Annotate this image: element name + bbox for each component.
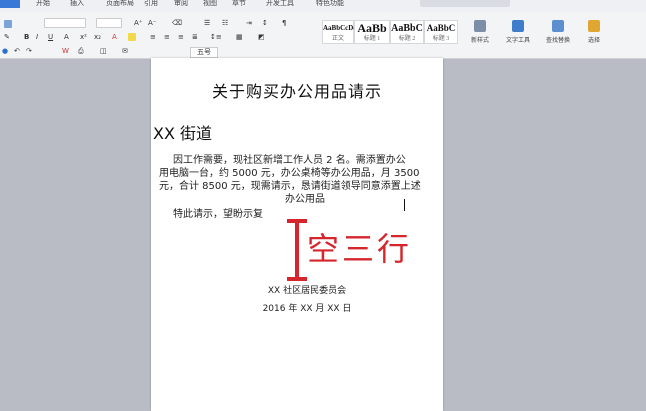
style-normal[interactable]: AaBbCcDd 正文	[322, 20, 357, 44]
style-heading-3[interactable]: AaBbC 标题 3	[424, 20, 458, 44]
document-title: 关于购买办公用品请示	[211, 82, 382, 101]
style-heading-2[interactable]: AaBbC 标题 2	[390, 20, 424, 44]
text-cursor	[404, 199, 405, 211]
grow-font-button[interactable]: A⁺	[134, 19, 142, 28]
tab-page-layout[interactable]: 页面布局	[106, 0, 134, 8]
font-dropdown-icon	[44, 18, 86, 28]
quick-wps-icon[interactable]: W	[62, 47, 69, 56]
highlight-button[interactable]	[128, 33, 136, 42]
align-right-button[interactable]: ≡	[178, 33, 184, 42]
shrink-font-button[interactable]: A⁻	[148, 19, 156, 28]
show-marks-button[interactable]: ¶	[282, 19, 286, 28]
find-replace-button[interactable]: 查找替换	[540, 20, 576, 44]
bold-button[interactable]: B	[24, 33, 29, 42]
new-style-icon	[474, 20, 486, 32]
highlight-icon	[128, 33, 136, 41]
body-paragraph: 因工作需要，现社区新增工作人员 2 名。需添置办公 用电脑一台，约 5000 元…	[159, 154, 441, 206]
file-menu-button[interactable]	[0, 0, 20, 8]
find-icon	[552, 20, 564, 32]
tab-view[interactable]: 视图	[203, 0, 217, 8]
shading-button[interactable]: ◩	[258, 33, 265, 42]
title-area	[420, 0, 510, 7]
annotation-bracket-bottom	[287, 277, 307, 281]
quick-redo-icon[interactable]: ↷	[26, 47, 32, 56]
text-tools-button[interactable]: 文字工具	[500, 20, 536, 44]
tab-sections[interactable]: 章节	[232, 0, 246, 8]
quick-mail-icon[interactable]: ✉	[122, 47, 128, 56]
format-painter-button[interactable]: ✎	[4, 33, 10, 42]
ribbon-toolbar: 开始 插入 页面布局 引用 审阅 视图 章节 开发工具 特色功能 A⁺ A⁻ ⌫…	[0, 0, 646, 59]
justify-button[interactable]: ≣	[192, 33, 198, 42]
strikethrough-button[interactable]: A	[64, 33, 69, 42]
border-button[interactable]: ▦	[236, 33, 243, 42]
font-name-box[interactable]	[44, 18, 86, 28]
request-line: 特此请示，望盼示复	[173, 209, 263, 220]
clear-format-button[interactable]: ⌫	[172, 19, 182, 28]
new-style-button[interactable]: 新样式	[462, 20, 498, 44]
text-tools-icon	[512, 20, 524, 32]
select-button[interactable]: 选择	[576, 20, 612, 44]
indent-button[interactable]: ⇥	[246, 19, 252, 28]
tab-review[interactable]: 审阅	[174, 0, 188, 8]
numbering-button[interactable]: ☷	[222, 19, 228, 28]
underline-button[interactable]: U	[48, 33, 53, 42]
paste-icon	[4, 20, 12, 28]
paste-button[interactable]	[4, 20, 12, 29]
addressee: XX 街道	[153, 124, 213, 143]
font-color-button[interactable]: A	[112, 33, 117, 42]
tab-features[interactable]: 特色功能	[316, 0, 344, 8]
tab-home[interactable]: 开始	[36, 0, 50, 8]
annotation-bracket-line	[295, 221, 299, 279]
font-size-box[interactable]	[96, 18, 122, 28]
subscript-button[interactable]: x₂	[94, 33, 101, 42]
italic-button[interactable]: I	[36, 33, 38, 42]
select-arrow-icon	[588, 20, 600, 32]
font-size-dropdown-icon	[96, 18, 122, 28]
tab-developer[interactable]: 开发工具	[266, 0, 294, 8]
signature-date: 2016 年 XX 月 XX 日	[262, 304, 352, 314]
quick-undo-icon[interactable]: ↶	[14, 47, 20, 56]
ribbon-tab-bar: 开始 插入 页面布局 引用 审阅 视图 章节 开发工具 特色功能	[0, 0, 646, 12]
body-line: 元，合计 8500 元，现需请示，恳请街道领导同意添置上述	[159, 181, 421, 192]
tab-insert[interactable]: 插入	[70, 0, 84, 8]
body-line: 用电脑一台，约 5000 元，办公桌椅等办公用品，月 3500	[159, 168, 420, 179]
sort-button[interactable]: ↕	[262, 19, 268, 28]
superscript-button[interactable]: x²	[80, 33, 87, 42]
align-center-button[interactable]: ≡	[164, 33, 170, 42]
document-tab[interactable]: 五号	[190, 47, 218, 58]
document-page[interactable]: 关于购买办公用品请示 XX 街道 因工作需要，现社区新增工作人员 2 名。需添置…	[151, 58, 443, 411]
style-heading-1[interactable]: AaBb 标题 1	[354, 20, 390, 44]
annotation-text: 空三行	[307, 230, 413, 268]
quick-save-icon[interactable]: ●	[2, 47, 8, 56]
align-left-button[interactable]: ≡	[150, 33, 156, 42]
bullets-button[interactable]: ☰	[204, 19, 210, 28]
tab-references[interactable]: 引用	[144, 0, 158, 8]
quick-print-icon[interactable]: ⎙	[78, 47, 84, 56]
line-spacing-button[interactable]: ↕≡	[210, 33, 222, 42]
body-line: 因工作需要，现社区新增工作人员 2 名。需添置办公	[173, 155, 406, 166]
quick-preview-icon[interactable]: ◫	[100, 47, 107, 56]
signature-organization: XX 社区居民委员会	[267, 286, 347, 296]
